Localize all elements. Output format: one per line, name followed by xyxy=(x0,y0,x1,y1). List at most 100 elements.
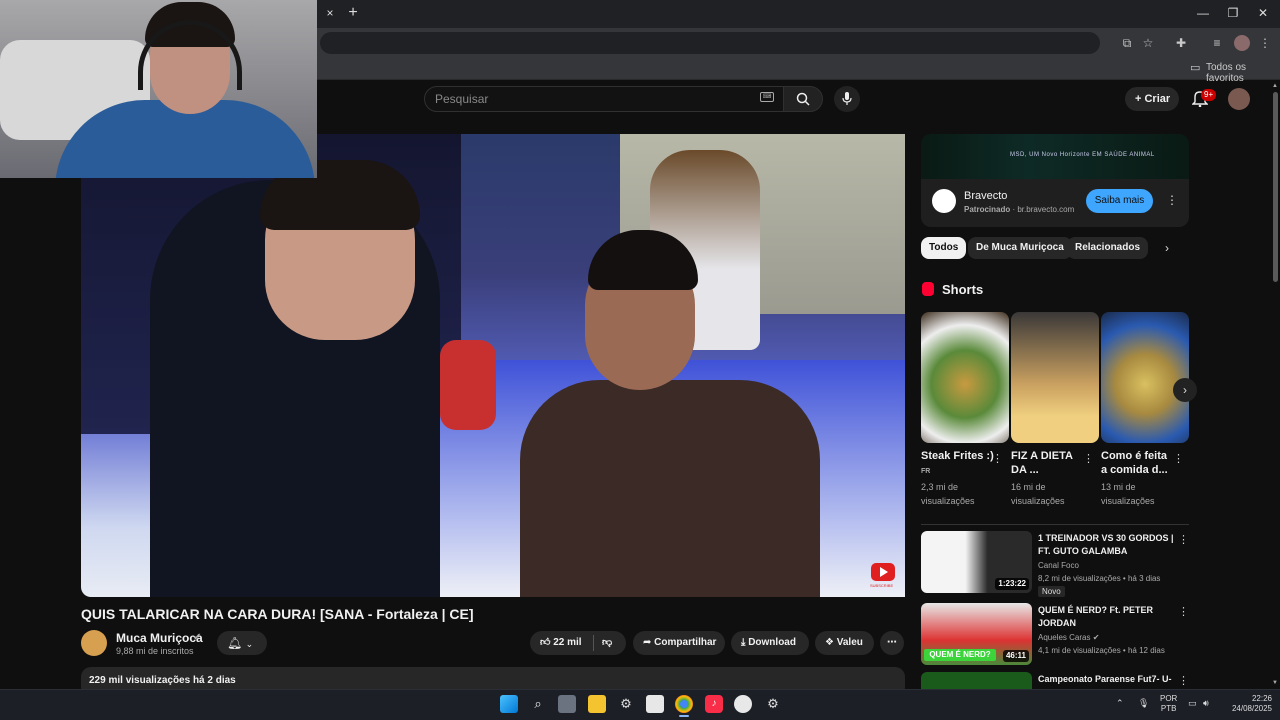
ad-title[interactable]: Bravecto xyxy=(964,190,1007,202)
download-button[interactable]: ⤓ Download xyxy=(731,631,809,655)
short-title[interactable]: Como é feita a comida d... xyxy=(1101,449,1175,477)
ad-more-icon[interactable]: ⋮ xyxy=(1166,193,1178,207)
shorts-icon xyxy=(922,282,934,296)
taskbar-search-icon[interactable]: ⌕ xyxy=(529,695,547,713)
search-input[interactable]: Pesquisar xyxy=(424,86,784,112)
microphone-icon xyxy=(842,92,852,105)
search-button[interactable] xyxy=(783,86,823,112)
tray-microphone-icon[interactable]: 🎙︎ xyxy=(1138,698,1149,709)
more-vertical-icon[interactable]: ⋮ xyxy=(1178,533,1189,546)
install-app-icon[interactable]: ⧉ xyxy=(1118,34,1136,52)
task-view-icon[interactable] xyxy=(558,695,576,713)
pinned-app-icon[interactable] xyxy=(734,695,752,713)
music-app-icon[interactable]: ♪ xyxy=(705,695,723,713)
chrome-icon[interactable] xyxy=(675,695,693,713)
create-button[interactable]: + Criar xyxy=(1125,87,1179,111)
bookmark-star-icon[interactable]: ☆ xyxy=(1139,34,1157,52)
more-vertical-icon[interactable]: ⋮ xyxy=(1178,605,1189,618)
ad-cta-button[interactable]: Saiba mais xyxy=(1086,189,1153,213)
channel-avatar[interactable] xyxy=(81,630,107,656)
like-button[interactable]: 👍︎ 22 mil 👎︎ xyxy=(530,631,626,655)
input-language-indicator[interactable]: POR PTB xyxy=(1160,694,1177,714)
create-label: Criar xyxy=(1144,93,1171,105)
ad-banner-text: MSD, UM Novo Horizonte EM SAÚDE ANIMAL xyxy=(1010,152,1155,158)
short-title[interactable]: FIZ A DIETA DA ... xyxy=(1011,449,1085,477)
thanks-button[interactable]: ❖ Valeu xyxy=(815,631,874,655)
related-channel[interactable]: Canal Foco xyxy=(1038,561,1079,570)
webcam-overlay xyxy=(0,0,317,178)
channel-name[interactable]: Muca Muriçoca xyxy=(116,631,203,645)
account-avatar[interactable] xyxy=(1228,88,1250,110)
keyboard-layout: PTB xyxy=(1160,704,1177,713)
browser-profile-avatar[interactable] xyxy=(1234,35,1250,51)
related-title[interactable]: 1 TREINADOR VS 30 GORDOS | FT. GUTO GALA… xyxy=(1038,532,1174,558)
minimize-button[interactable]: — xyxy=(1188,4,1218,22)
browser-menu-icon[interactable]: ⋮ xyxy=(1256,34,1274,52)
keyboard-icon[interactable]: ⌨ xyxy=(760,92,774,102)
short-title[interactable]: Steak Frites :) FR xyxy=(921,449,995,479)
shorts-next-button[interactable]: › xyxy=(1173,378,1197,402)
scroll-up-arrow-icon[interactable]: ▲ xyxy=(1272,83,1278,89)
close-window-button[interactable]: ✕ xyxy=(1248,4,1278,22)
chevron-right-icon: › xyxy=(1183,383,1187,397)
volume-icon[interactable]: 🔊︎ xyxy=(1203,698,1209,709)
store-icon[interactable] xyxy=(646,695,664,713)
more-actions-button[interactable]: ⋯ xyxy=(880,631,904,655)
start-menu-icon[interactable] xyxy=(500,695,518,713)
share-button[interactable]: ➦ Compartilhar xyxy=(633,631,725,655)
chip-all[interactable]: Todos xyxy=(921,237,967,259)
extensions-icon[interactable]: ✚ xyxy=(1172,34,1190,52)
advertiser-logo[interactable] xyxy=(932,189,956,213)
bell-icon: 🔔︎ xyxy=(227,636,243,650)
chevron-right-icon[interactable]: › xyxy=(1165,241,1169,255)
shorts-heading: Shorts xyxy=(942,282,984,297)
thumbnail-caption: QUEM É NERD? xyxy=(924,649,996,661)
active-app-indicator xyxy=(679,715,689,717)
subscription-bell-button[interactable]: 🔔︎ ⌄ xyxy=(217,631,267,655)
clock-date: 24/08/2025 xyxy=(1231,704,1272,713)
ad-domain: br.bravecto.com xyxy=(1017,205,1075,214)
short-thumbnail[interactable] xyxy=(1011,312,1099,443)
scrollbar-thumb[interactable] xyxy=(1273,92,1278,282)
network-icon[interactable]: ▭ xyxy=(1188,698,1197,709)
obs-icon[interactable]: ⚙ xyxy=(764,695,782,713)
clock[interactable]: 22:26 24/08/2025 xyxy=(1226,694,1272,714)
more-vertical-icon[interactable]: ⋮ xyxy=(992,452,1003,465)
more-vertical-icon[interactable]: ⋮ xyxy=(1173,452,1184,465)
scroll-down-arrow-icon[interactable]: ▼ xyxy=(1272,680,1278,686)
watermark-label: SUBSCRIBE xyxy=(870,583,894,588)
related-title[interactable]: Campeonato Paraense Fut7- U- xyxy=(1038,673,1174,686)
video-title: QUIS TALARICAR NA CARA DURA! [SANA - For… xyxy=(81,606,474,622)
related-meta: 4,1 mi de visualizações • há 12 dias xyxy=(1038,646,1165,655)
tab-close-button[interactable]: × xyxy=(322,5,338,21)
video-frame-microphone xyxy=(440,340,496,430)
thumb-up-icon: 👍︎ xyxy=(540,637,551,648)
chevron-down-icon: ⌄ xyxy=(245,639,254,649)
chip-related[interactable]: Relacionados xyxy=(1067,237,1149,259)
maximize-button[interactable]: ❐ xyxy=(1218,4,1248,22)
chip-from-channel[interactable]: De Muca Muriçoca xyxy=(968,237,1072,259)
short-views: 2,3 mi de visualizações xyxy=(921,482,975,506)
related-channel[interactable]: Aqueles Caras ✔ xyxy=(1038,633,1099,642)
tray-overflow-chevron-icon[interactable]: ⌃ xyxy=(1116,698,1124,709)
short-country-tag: FR xyxy=(921,468,931,475)
new-tab-button[interactable]: + xyxy=(345,4,361,22)
folder-icon: ▭ xyxy=(1190,62,1201,74)
related-thumbnail[interactable]: 1:23:22 xyxy=(921,531,1032,593)
video-duration: 46:11 xyxy=(1002,650,1029,662)
share-label: Compartilhar xyxy=(654,637,717,648)
media-controls-icon[interactable]: ≡ xyxy=(1208,34,1226,52)
more-vertical-icon[interactable]: ⋮ xyxy=(1083,452,1094,465)
related-title[interactable]: QUEM É NERD? Ft. PETER JORDAN xyxy=(1038,604,1174,630)
voice-search-button[interactable] xyxy=(834,86,860,112)
thumb-down-icon[interactable]: 👎︎ xyxy=(602,631,612,655)
address-bar[interactable] xyxy=(320,32,1100,54)
settings-gear-icon[interactable]: ⚙ xyxy=(617,695,635,713)
short-thumbnail[interactable] xyxy=(921,312,1009,443)
file-explorer-icon[interactable] xyxy=(588,695,606,713)
more-vertical-icon[interactable]: ⋮ xyxy=(1178,674,1189,687)
more-horizontal-icon: ⋯ xyxy=(887,637,897,648)
language-code: POR xyxy=(1160,694,1178,703)
thanks-label: Valeu xyxy=(836,637,863,648)
short-thumbnail[interactable] xyxy=(1101,312,1189,443)
